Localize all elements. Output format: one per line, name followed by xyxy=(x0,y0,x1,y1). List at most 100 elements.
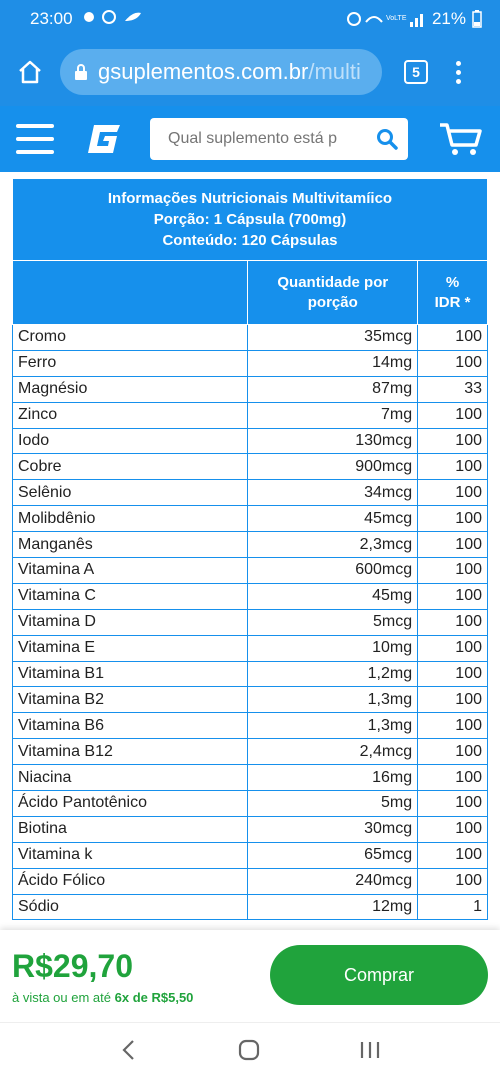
table-row: Ácido Fólico 240mcg 100 xyxy=(11,868,488,895)
cell-name: Vitamina B6 xyxy=(11,712,249,740)
cell-qty: 130mcg xyxy=(247,428,419,455)
search-icon[interactable] xyxy=(376,128,398,150)
cell-name: Molibdênio xyxy=(11,505,249,533)
table-row: Vitamina A 600mcg 100 xyxy=(11,557,488,584)
home-icon[interactable] xyxy=(14,56,46,88)
site-header xyxy=(0,106,500,172)
col-header-idr: % IDR * xyxy=(417,260,488,325)
cell-idr: 100 xyxy=(417,842,488,869)
cell-idr: 100 xyxy=(417,661,488,688)
cell-name: Vitamina k xyxy=(11,842,249,869)
gsuplementos-logo[interactable] xyxy=(84,119,124,159)
table-title-line-3: Conteúdo: 120 Cápsulas xyxy=(162,232,338,249)
cell-qty: 900mcg xyxy=(247,453,419,481)
cell-idr: 100 xyxy=(417,350,488,377)
android-nav-bar xyxy=(0,1022,500,1082)
url-bar[interactable]: gsuplementos.com.br/multi xyxy=(60,49,382,95)
browser-toolbar: gsuplementos.com.br/multi 5 xyxy=(0,38,500,106)
cell-qty: 5mcg xyxy=(247,609,419,636)
table-row: Cobre 900mcg 100 xyxy=(11,453,488,481)
cell-qty: 240mcg xyxy=(247,868,419,895)
col-header-qty: Quantidade por porção xyxy=(247,260,419,325)
cell-qty: 65mcg xyxy=(247,842,419,869)
table-row: Cromo 35mcg 100 xyxy=(11,324,488,351)
recents-icon[interactable] xyxy=(359,1040,381,1065)
col-idr-line-1: % xyxy=(445,273,460,291)
cell-name: Ácido Pantotênico xyxy=(11,790,249,817)
nutrition-table-body: Cromo 35mcg 100 Ferro 14mg 100 Magnésio 87mg 33 Z… xyxy=(11,324,488,921)
col-header-name xyxy=(11,260,249,325)
cell-name: Niacina xyxy=(11,764,249,792)
cell-name: Vitamina C xyxy=(11,583,249,610)
cell-qty: 2,4mcg xyxy=(247,738,419,766)
table-row: Vitamina C 45mg 100 xyxy=(11,583,488,610)
table-row: Iodo 130mcg 100 xyxy=(11,428,488,455)
status-time: 23:00 xyxy=(30,9,73,28)
cell-name: Sódio xyxy=(11,894,249,921)
cell-qty: 1,2mg xyxy=(247,661,419,688)
search-input[interactable] xyxy=(168,130,370,148)
table-row: Vitamina B2 1,3mg 100 xyxy=(11,686,488,714)
nutrition-table: Informações Nutricionais Multivitamíico … xyxy=(11,178,488,921)
cell-name: Manganês xyxy=(11,531,249,559)
cell-idr: 100 xyxy=(417,712,488,740)
cell-idr: 1 xyxy=(417,894,488,921)
battery-percent: 21% xyxy=(431,9,466,28)
cell-idr: 100 xyxy=(417,738,488,766)
url-path: /multi xyxy=(308,59,361,84)
table-row: Vitamina D 5mcg 100 xyxy=(11,609,488,636)
cell-name: Biotina xyxy=(11,816,249,843)
cell-name: Vitamina B1 xyxy=(11,661,249,688)
cell-idr: 33 xyxy=(417,376,488,403)
col-idr-line-2: IDR * xyxy=(434,293,471,311)
cell-name: Magnésio xyxy=(11,376,249,403)
cell-qty: 45mg xyxy=(247,583,419,610)
cell-qty: 35mcg xyxy=(247,324,419,351)
cell-name: Vitamina A xyxy=(11,557,249,584)
cell-idr: 100 xyxy=(417,635,488,662)
table-row: Vitamina B12 2,4mcg 100 xyxy=(11,738,488,766)
purchase-bar: R$29,70 à vista ou em até 6x de R$5,50 C… xyxy=(0,930,500,1022)
signal-icons: VoLTE xyxy=(346,12,423,27)
table-row: Selênio 34mcg 100 xyxy=(11,479,488,507)
cell-idr: 100 xyxy=(417,609,488,636)
cell-idr: 100 xyxy=(417,453,488,481)
cell-name: Cobre xyxy=(11,453,249,481)
cell-idr: 100 xyxy=(417,479,488,507)
cell-qty: 87mg xyxy=(247,376,419,403)
cell-qty: 10mg xyxy=(247,635,419,662)
installments-text: à vista ou em até 6x de R$5,50 xyxy=(12,990,193,1005)
cell-qty: 2,3mcg xyxy=(247,531,419,559)
cart-icon[interactable] xyxy=(438,121,482,157)
cell-name: Vitamina D xyxy=(11,609,249,636)
table-row: Zinco 7mg 100 xyxy=(11,402,488,429)
installment-prefix: à vista ou em até xyxy=(12,990,111,1005)
table-row: Vitamina B1 1,2mg 100 xyxy=(11,661,488,688)
svg-text:VoLTE: VoLTE xyxy=(386,15,407,22)
hamburger-menu-icon[interactable] xyxy=(16,124,54,154)
buy-button[interactable]: Comprar xyxy=(270,945,488,1005)
cell-idr: 100 xyxy=(417,764,488,792)
cell-idr: 100 xyxy=(417,505,488,533)
home-circle-icon[interactable] xyxy=(237,1038,261,1067)
cell-idr: 100 xyxy=(417,402,488,429)
notification-icons xyxy=(83,9,143,30)
table-title-line-1: Informações Nutricionais Multivitamíico xyxy=(107,190,393,207)
table-row: Ferro 14mg 100 xyxy=(11,350,488,377)
cell-qty: 16mg xyxy=(247,764,419,792)
browser-menu-icon[interactable] xyxy=(454,60,462,84)
table-title: Informações Nutricionais Multivitamíico … xyxy=(12,178,488,261)
url-host: gsuplementos.com.br xyxy=(98,59,309,84)
status-bar: 23:00 VoLTE 21% xyxy=(0,0,500,38)
cell-name: Ácido Fólico xyxy=(11,868,249,895)
back-icon[interactable] xyxy=(119,1039,139,1066)
cell-idr: 100 xyxy=(417,428,488,455)
cell-idr: 100 xyxy=(417,583,488,610)
table-row: Magnésio 87mg 33 xyxy=(11,376,488,403)
table-row: Biotina 30mcg 100 xyxy=(11,816,488,843)
tab-count-button[interactable]: 5 xyxy=(404,60,428,84)
cell-qty: 30mcg xyxy=(247,816,419,843)
cell-name: Zinco xyxy=(11,402,249,429)
col-qty-line-2: porção xyxy=(307,293,358,311)
installment-detail: 6x de R$5,50 xyxy=(114,990,194,1005)
